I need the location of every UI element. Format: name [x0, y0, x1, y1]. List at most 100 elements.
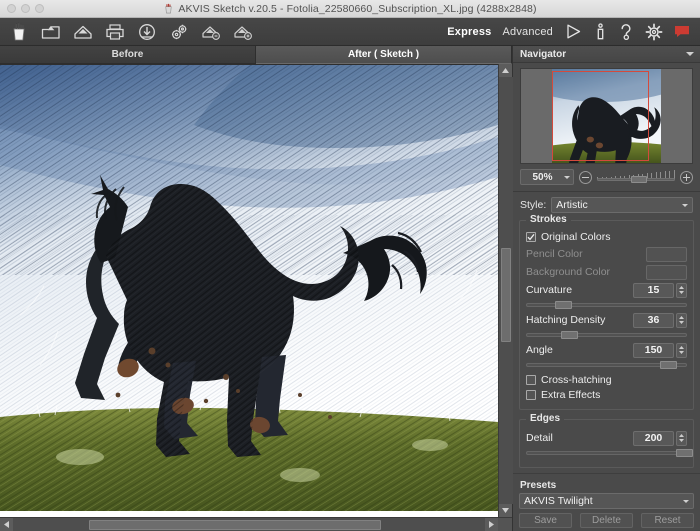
angle-value[interactable]: 150 — [633, 343, 674, 358]
zoom-slider-thumb[interactable] — [631, 176, 647, 183]
zoom-level-select[interactable]: 50% — [520, 169, 574, 185]
detail-stepper[interactable] — [676, 431, 687, 446]
horizontal-scroll-track[interactable] — [13, 518, 485, 531]
detail-value[interactable]: 200 — [633, 431, 674, 446]
zoom-controls: 50% — [513, 164, 700, 191]
canvas-area — [0, 64, 512, 517]
pencil-color-row: Pencil Color — [526, 246, 687, 262]
title-bar: AKVIS Sketch v.20.5 - Fotolia_22580660_S… — [0, 0, 700, 18]
side-panel: Navigator — [512, 46, 700, 531]
sketch-artwork — [0, 65, 498, 511]
curvature-stepper[interactable] — [676, 283, 687, 298]
angle-slider-thumb[interactable] — [660, 361, 677, 369]
zoom-out-button[interactable] — [579, 171, 592, 184]
scroll-right-icon[interactable] — [485, 518, 498, 531]
help-icon[interactable] — [618, 23, 634, 41]
scroll-up-icon[interactable] — [499, 64, 513, 77]
chevron-down-icon[interactable] — [564, 176, 570, 179]
strokes-group: Strokes Original Colors Pencil Color Bac… — [519, 220, 694, 410]
navigator-thumbnail[interactable] — [520, 68, 693, 164]
chevron-down-icon[interactable] — [683, 500, 689, 503]
detail-slider[interactable] — [526, 448, 687, 457]
undo-icon[interactable] — [198, 20, 224, 44]
extra-effects-label: Extra Effects — [541, 389, 600, 401]
curvature-value[interactable]: 15 — [633, 283, 674, 298]
zoom-slider[interactable] — [597, 170, 675, 184]
cross-hatching-row[interactable]: Cross-hatching — [526, 372, 687, 387]
pencil-color-label: Pencil Color — [526, 248, 646, 260]
extra-effects-checkbox[interactable] — [526, 390, 536, 400]
chevron-down-icon[interactable] — [682, 204, 688, 207]
open-image-icon[interactable] — [38, 20, 64, 44]
toolbar-actions: Express Advanced — [447, 23, 692, 41]
publish-image-icon[interactable] — [134, 20, 160, 44]
mode-express-button[interactable]: Express — [447, 26, 491, 38]
save-image-icon[interactable] — [70, 20, 96, 44]
window-title: AKVIS Sketch v.20.5 - Fotolia_22580660_S… — [0, 0, 700, 17]
hatching-density-slider-thumb[interactable] — [561, 331, 578, 339]
main-toolbar: Express Advanced — [0, 18, 700, 46]
navigator-viewport-rect[interactable] — [552, 71, 649, 161]
comment-icon[interactable] — [674, 25, 690, 38]
detail-slider-thumb[interactable] — [676, 449, 693, 457]
vertical-scroll-track[interactable] — [499, 77, 513, 504]
canvas-vertical-scrollbar[interactable] — [498, 64, 512, 517]
original-colors-checkbox[interactable] — [526, 232, 536, 242]
pencil-color-swatch — [646, 247, 687, 262]
navigator-header[interactable]: Navigator — [513, 46, 700, 63]
navigator-title: Navigator — [520, 49, 566, 60]
akvis-logo-icon[interactable] — [6, 20, 32, 44]
print-image-icon[interactable] — [102, 20, 128, 44]
angle-stepper[interactable] — [676, 343, 687, 358]
zoom-in-button[interactable] — [680, 171, 693, 184]
reset-preset-button[interactable]: Reset — [641, 513, 694, 528]
curvature-slider[interactable] — [526, 300, 687, 309]
extra-effects-row[interactable]: Extra Effects — [526, 387, 687, 402]
info-icon[interactable] — [594, 23, 607, 41]
edges-group-label: Edges — [526, 413, 564, 424]
strokes-group-label: Strokes — [526, 214, 571, 225]
style-label: Style: — [520, 199, 546, 211]
cross-hatching-label: Cross-hatching — [541, 374, 612, 386]
batch-processing-icon[interactable] — [166, 20, 192, 44]
style-select[interactable]: Artistic — [551, 197, 693, 213]
horizontal-scroll-thumb[interactable] — [89, 520, 382, 530]
background-color-swatch — [646, 265, 687, 280]
chevron-down-icon[interactable] — [686, 52, 694, 56]
toolbar-tools — [6, 20, 256, 44]
original-colors-row[interactable]: Original Colors — [526, 229, 687, 244]
run-icon[interactable] — [564, 23, 583, 40]
background-color-row: Background Color — [526, 264, 687, 280]
akvis-sketch-window: AKVIS Sketch v.20.5 - Fotolia_22580660_S… — [0, 0, 700, 531]
canvas-horizontal-scrollbar[interactable] — [0, 517, 512, 531]
detail-slider-track — [526, 451, 687, 455]
hatching-density-stepper[interactable] — [676, 313, 687, 328]
vertical-scroll-thumb[interactable] — [501, 248, 511, 342]
presets-select[interactable]: AKVIS Twilight — [519, 493, 694, 509]
settings-icon[interactable] — [645, 23, 663, 41]
hatching-density-value[interactable]: 36 — [633, 313, 674, 328]
cross-hatching-checkbox[interactable] — [526, 375, 536, 385]
background-color-label: Background Color — [526, 266, 646, 278]
style-value: Artistic — [556, 199, 588, 211]
original-colors-label: Original Colors — [541, 231, 610, 243]
mode-advanced-button[interactable]: Advanced — [502, 26, 553, 38]
tab-after[interactable]: After ( Sketch ) — [256, 46, 512, 64]
curvature-label: Curvature — [526, 284, 633, 296]
delete-preset-button[interactable]: Delete — [580, 513, 633, 528]
save-preset-button[interactable]: Save — [519, 513, 572, 528]
tab-before[interactable]: Before — [0, 46, 256, 64]
angle-row: Angle 150 — [526, 342, 687, 358]
hatching-density-slider[interactable] — [526, 330, 687, 339]
presets-wrap: AKVIS Twilight — [513, 493, 700, 509]
hatching-density-label: Hatching Density — [526, 314, 633, 326]
curvature-slider-thumb[interactable] — [555, 301, 572, 309]
image-tabs: Before After ( Sketch ) — [0, 46, 512, 64]
hatching-density-slider-track — [526, 333, 687, 337]
curvature-row: Curvature 15 — [526, 282, 687, 298]
angle-slider[interactable] — [526, 360, 687, 369]
redo-icon[interactable] — [230, 20, 256, 44]
image-canvas[interactable] — [0, 64, 498, 517]
scroll-left-icon[interactable] — [0, 518, 13, 531]
scroll-down-icon[interactable] — [499, 504, 513, 517]
